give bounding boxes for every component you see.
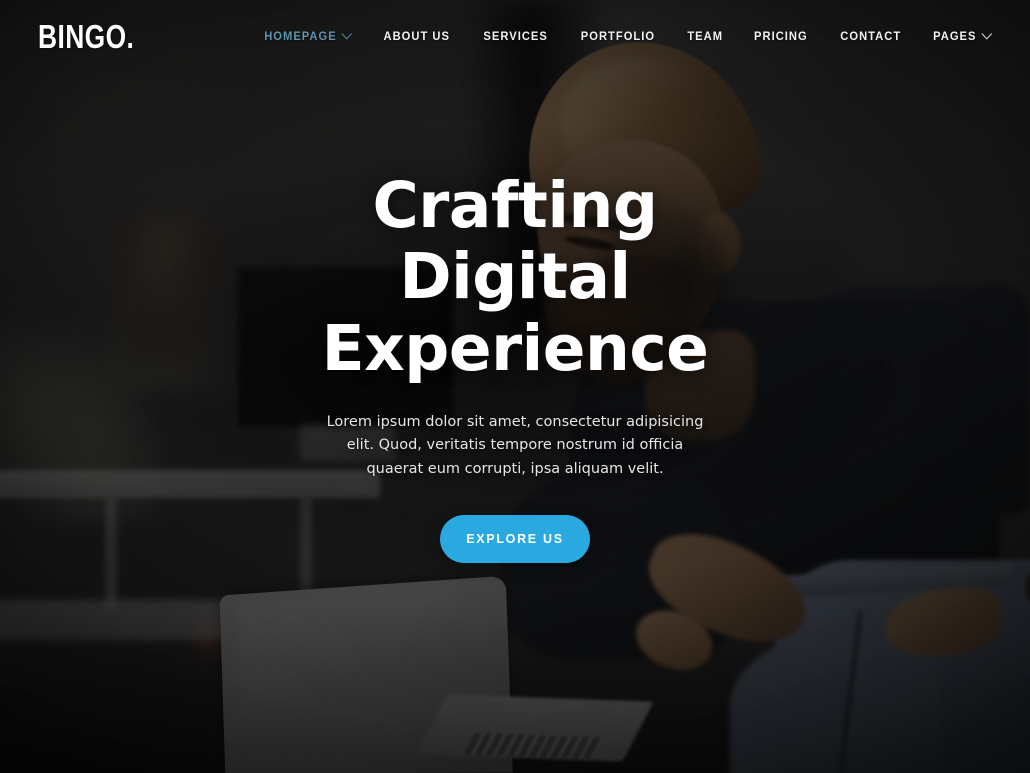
nav-label-pricing: PRICING [754, 29, 808, 43]
hero-title-line-2: Experience [321, 312, 709, 386]
nav-item-services[interactable]: SERVICES [483, 29, 547, 43]
nav-item-contact[interactable]: CONTACT [840, 29, 901, 43]
nav-label-services: SERVICES [483, 29, 548, 43]
site-logo[interactable]: BINGO. [38, 20, 134, 53]
hero-title: Crafting Digital Experience [255, 168, 775, 386]
nav-item-pages[interactable]: PAGES [933, 28, 993, 43]
chevron-down-icon [981, 28, 993, 40]
nav-item-portfolio[interactable]: PORTFOLIO [581, 29, 655, 43]
hero-content: Crafting Digital Experience Lorem ipsum … [0, 0, 1030, 773]
nav-item-homepage[interactable]: HOMEPAGE [264, 28, 353, 43]
nav-label-portfolio: PORTFOLIO [580, 29, 655, 43]
nav-item-pricing[interactable]: PRICING [754, 29, 808, 43]
explore-us-button[interactable]: EXPLORE US [440, 515, 590, 564]
main-navbar: BINGO. HOMEPAGE ABOUT US SERVICES PORTFO… [0, 0, 1030, 72]
nav-menu: HOMEPAGE ABOUT US SERVICES PORTFOLIO TEA… [261, 28, 993, 43]
hero-section: BINGO. HOMEPAGE ABOUT US SERVICES PORTFO… [0, 0, 1030, 773]
hero-title-line-1: Crafting Digital [372, 168, 658, 314]
nav-label-contact: CONTACT [840, 29, 902, 43]
nav-label-team: TEAM [687, 29, 723, 43]
nav-item-team[interactable]: TEAM [687, 29, 723, 43]
hero-subtitle: Lorem ipsum dolor sit amet, consectetur … [326, 413, 704, 477]
chevron-down-icon [341, 28, 353, 40]
nav-label-about-us: ABOUT US [383, 29, 451, 43]
nav-label-pages: PAGES [933, 29, 977, 43]
nav-label-homepage: HOMEPAGE [264, 29, 337, 43]
nav-item-about-us[interactable]: ABOUT US [384, 29, 450, 43]
